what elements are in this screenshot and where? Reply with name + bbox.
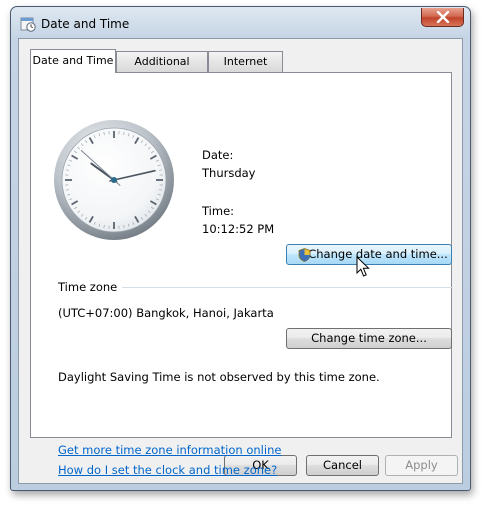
mouse-pointer-icon [356,255,370,282]
uac-shield-icon [298,248,311,268]
cancel-label: Cancel [323,458,362,472]
apply-label: Apply [405,458,438,472]
time-value: 10:12:52 PM [202,222,275,236]
how-to-set-clock-link[interactable]: How do I set the clock and time zone? [58,463,277,477]
dialog-window: Date and Time Date and Time Additional C… [10,6,471,491]
tab-panel: Date: Thursday Time: 10:12:52 PM Change … [30,72,453,477]
change-time-zone-button[interactable]: Change time zone... [286,328,452,349]
tab-date-and-time[interactable]: Date and Time [30,49,116,73]
tab-internet-time[interactable]: Internet Time [208,51,283,88]
tab-additional-clocks[interactable]: Additional Clocks [116,51,208,88]
date-time-icon [20,16,36,32]
close-icon [436,11,450,23]
date-label: Date: [202,148,234,162]
change-time-zone-label: Change time zone... [311,331,427,345]
title-bar[interactable]: Date and Time [11,7,470,39]
more-time-zone-info-link[interactable]: Get more time zone information online [58,443,281,457]
analog-clock [54,120,174,240]
dst-note: Daylight Saving Time is not observed by … [58,370,380,384]
date-value: Thursday [202,166,256,180]
cancel-button[interactable]: Cancel [306,455,379,476]
apply-button[interactable]: Apply [385,455,458,476]
time-zone-divider [122,287,453,288]
change-date-time-label: Change date and time... [308,247,448,261]
time-label: Time: [202,204,235,218]
window-title: Date and Time [41,17,130,31]
close-button[interactable] [421,8,464,27]
time-zone-value: (UTC+07:00) Bangkok, Hanoi, Jakarta [58,306,274,320]
time-zone-section-label: Time zone [58,280,118,294]
dialog-client-area: Date and Time Additional Clocks Internet… [18,38,463,484]
